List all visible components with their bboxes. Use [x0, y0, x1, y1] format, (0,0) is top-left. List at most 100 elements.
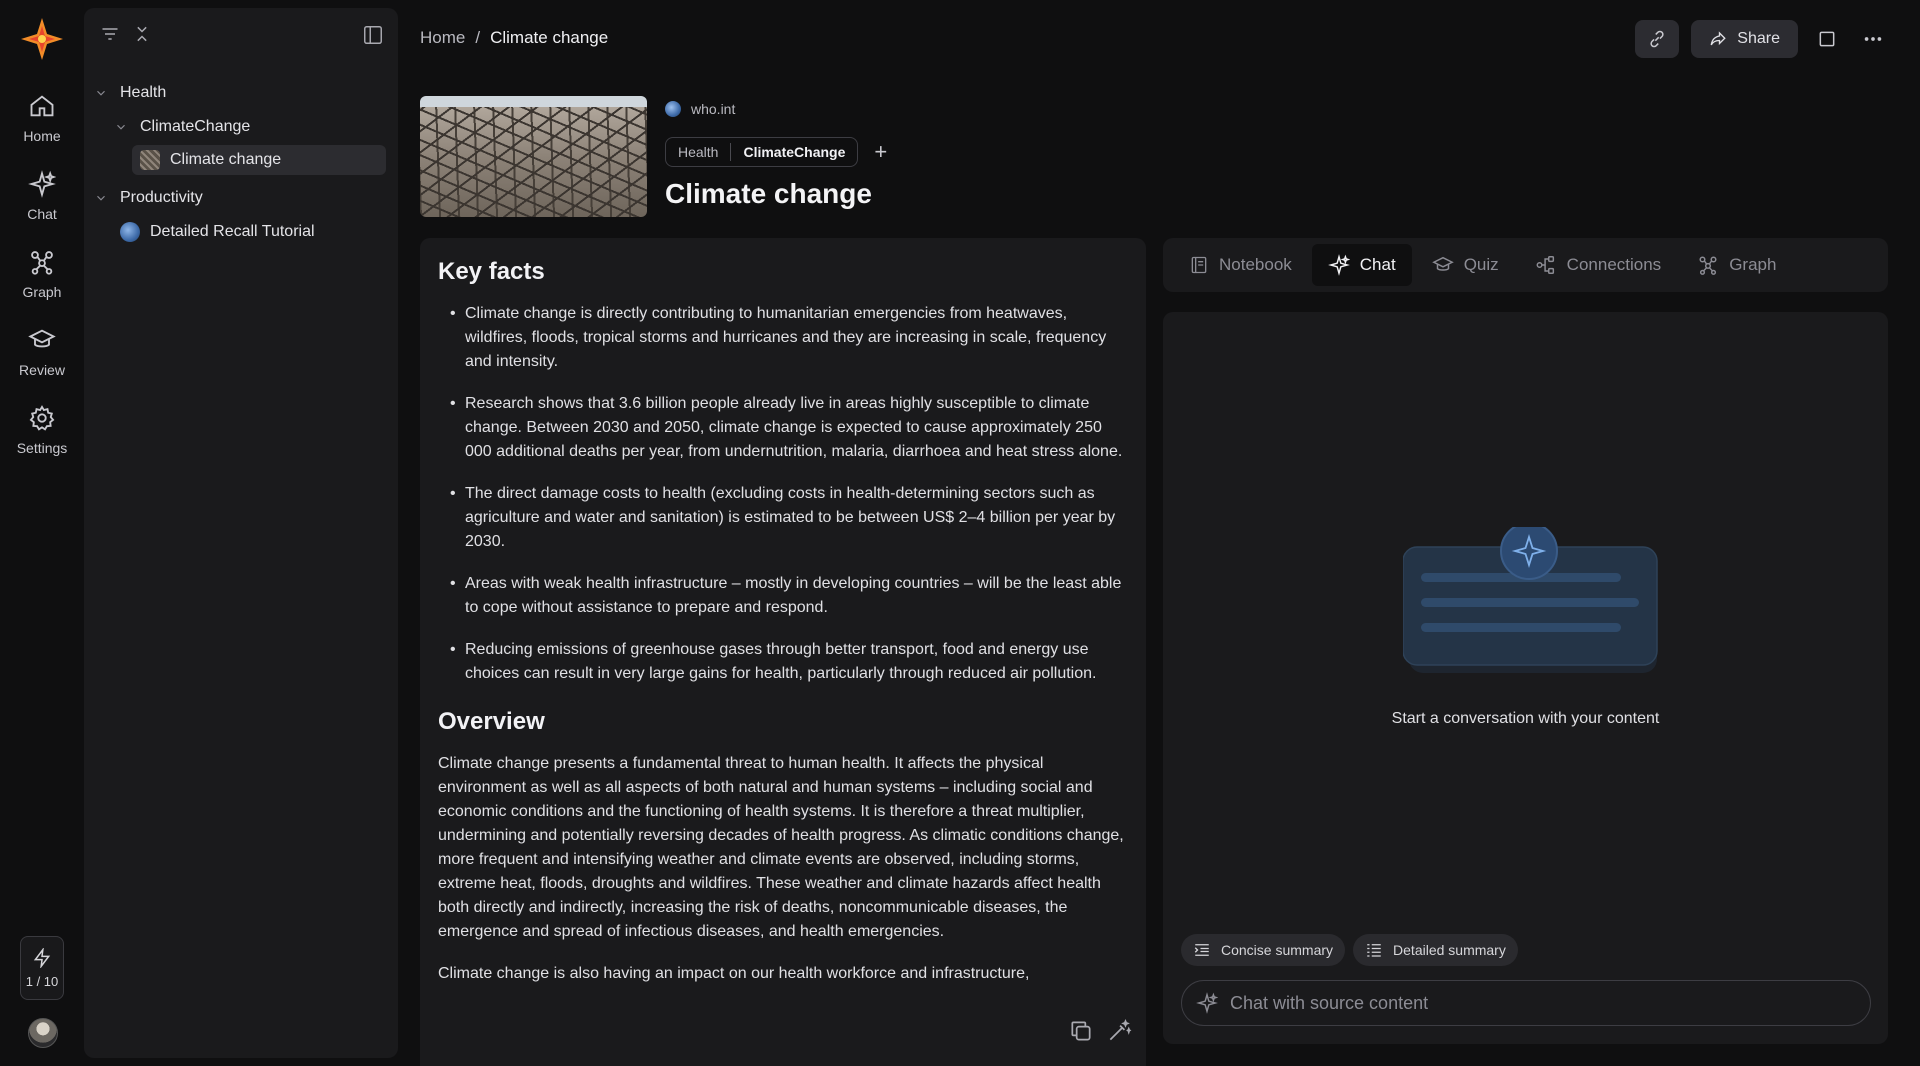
- breadcrumb-separator: /: [475, 28, 481, 47]
- app-logo-icon[interactable]: [19, 16, 65, 62]
- tab-notebook[interactable]: Notebook: [1173, 244, 1308, 286]
- tag-bar: Health ClimateChange +: [665, 137, 887, 167]
- key-fact: Research shows that 3.6 billion people a…: [450, 392, 1128, 464]
- rail-chat-label: Chat: [27, 206, 57, 222]
- tree-item-label: Health: [120, 84, 167, 101]
- article-actions: [1068, 1018, 1132, 1044]
- tag-path[interactable]: Health ClimateChange: [665, 137, 859, 167]
- avatar[interactable]: [28, 1018, 58, 1048]
- tree-item-detailed-recall-tutorial[interactable]: Detailed Recall Tutorial: [120, 217, 384, 247]
- credits-label: 1 / 10: [25, 973, 59, 989]
- panel-icon: [1819, 31, 1835, 47]
- key-fact: The direct damage costs to health (exclu…: [450, 482, 1128, 554]
- sparkle-icon: [1327, 254, 1350, 276]
- tree-item-climate-change[interactable]: Climate change: [132, 145, 386, 175]
- sidebar-toggle-icon[interactable]: [362, 24, 384, 46]
- copy-icon[interactable]: [1068, 1018, 1094, 1044]
- copy-link-button[interactable]: [1635, 20, 1680, 58]
- tree-item-label: ClimateChange: [140, 118, 251, 135]
- rail-home[interactable]: Home: [0, 92, 84, 144]
- graduation-cap-icon: [1431, 256, 1454, 271]
- collapse-all-icon[interactable]: [134, 24, 150, 44]
- tree-item-health[interactable]: Health: [94, 78, 384, 108]
- chip-label: Detailed summary: [1393, 942, 1506, 958]
- home-icon: [30, 95, 54, 117]
- tree-item-label: Productivity: [120, 189, 203, 206]
- page-thumbnail: [120, 222, 140, 242]
- sparkle-icon: [28, 170, 56, 198]
- toggle-panel-button[interactable]: [1810, 22, 1844, 56]
- tab-label: Chat: [1359, 255, 1396, 274]
- globe-icon: [665, 101, 681, 117]
- sidebar-tools: [100, 24, 150, 44]
- chevron-down-icon[interactable]: [94, 86, 108, 100]
- rail-chat[interactable]: Chat: [0, 170, 84, 222]
- rail-home-label: Home: [23, 128, 61, 144]
- credits-counter[interactable]: 1 / 10: [20, 936, 64, 1000]
- article: Key facts Climate change is directly con…: [420, 238, 1146, 1066]
- key-facts-heading: Key facts: [438, 258, 545, 285]
- overview-paragraph: Climate change is also having an impact …: [438, 965, 1030, 982]
- page-thumbnail: [140, 150, 160, 170]
- tab-connections[interactable]: Connections: [1519, 244, 1678, 286]
- chevron-down-icon[interactable]: [94, 191, 108, 205]
- chat-input[interactable]: Chat with source content: [1181, 980, 1871, 1026]
- rail-settings-label: Settings: [16, 440, 68, 456]
- chat-pane: Start a conversation with your content C…: [1163, 312, 1888, 1044]
- gear-icon: [29, 405, 55, 431]
- tree-item-climatechange[interactable]: ClimateChange: [114, 112, 384, 142]
- panel-tabs: Notebook Chat Quiz Connections Graph: [1163, 238, 1888, 292]
- breadcrumb-home[interactable]: Home: [420, 28, 465, 48]
- source-domain: who.int: [691, 101, 736, 117]
- link-icon: [1650, 30, 1664, 48]
- rail-settings[interactable]: Settings: [0, 404, 84, 456]
- rail-review-label: Review: [19, 362, 65, 378]
- tab-label: Connections: [1566, 255, 1662, 274]
- add-tag-button[interactable]: +: [874, 139, 887, 165]
- sidebar: Health ClimateChange Climate change Prod…: [84, 8, 398, 1058]
- tree-item-productivity[interactable]: Productivity: [94, 183, 384, 213]
- share-button[interactable]: Share: [1691, 20, 1798, 58]
- top-actions: Share: [1635, 20, 1890, 58]
- graph-icon: [1699, 256, 1717, 275]
- overview-paragraph: Climate change presents a fundamental th…: [438, 755, 1124, 940]
- concise-summary-chip[interactable]: Concise summary: [1181, 934, 1346, 966]
- magic-wand-icon[interactable]: [1106, 1018, 1132, 1044]
- cover-image: [420, 96, 647, 217]
- app-rail: Home Chat Graph Review Settings 1 / 10: [0, 0, 84, 1066]
- tree-item-label: Detailed Recall Tutorial: [150, 223, 315, 240]
- lightning-icon: [33, 947, 51, 968]
- key-fact: Areas with weak health infrastructure – …: [450, 572, 1128, 620]
- tab-quiz[interactable]: Quiz: [1416, 244, 1515, 286]
- tab-chat[interactable]: Chat: [1311, 244, 1412, 286]
- key-fact: Reducing emissions of greenhouse gases t…: [450, 638, 1128, 686]
- tag-climatechange[interactable]: ClimateChange: [731, 144, 857, 160]
- breadcrumb: Home / Climate change: [420, 28, 608, 48]
- list-icon: [1367, 944, 1381, 957]
- suggestion-chips: Concise summary Detailed summary: [1181, 934, 1518, 966]
- rail-review[interactable]: Review: [0, 326, 84, 378]
- tab-label: Graph: [1729, 255, 1777, 274]
- more-options-button[interactable]: [1856, 22, 1890, 56]
- share-icon: [1710, 31, 1727, 46]
- key-facts-list: Climate change is directly contributing …: [450, 302, 1128, 686]
- overview-heading: Overview: [438, 708, 545, 735]
- chip-label: Concise summary: [1221, 942, 1334, 958]
- key-fact: Climate change is directly contributing …: [450, 302, 1128, 374]
- chat-empty-illustration: [1403, 527, 1658, 673]
- chat-input-placeholder: Chat with source content: [1230, 992, 1429, 1013]
- graph-icon: [31, 251, 53, 275]
- chevron-down-icon[interactable]: [114, 120, 128, 134]
- breadcrumb-current: Climate change: [490, 28, 609, 47]
- connections-icon: [1536, 256, 1554, 274]
- source[interactable]: who.int: [665, 101, 735, 117]
- rail-graph[interactable]: Graph: [0, 248, 84, 300]
- tag-health[interactable]: Health: [666, 144, 730, 160]
- tab-graph[interactable]: Graph: [1681, 244, 1792, 286]
- filter-icon[interactable]: [100, 24, 120, 44]
- detailed-summary-chip[interactable]: Detailed summary: [1353, 934, 1518, 966]
- share-label: Share: [1737, 30, 1780, 47]
- graduation-cap-icon: [28, 329, 56, 348]
- list-indent-icon: [1194, 944, 1209, 956]
- notebook-icon: [1191, 256, 1207, 274]
